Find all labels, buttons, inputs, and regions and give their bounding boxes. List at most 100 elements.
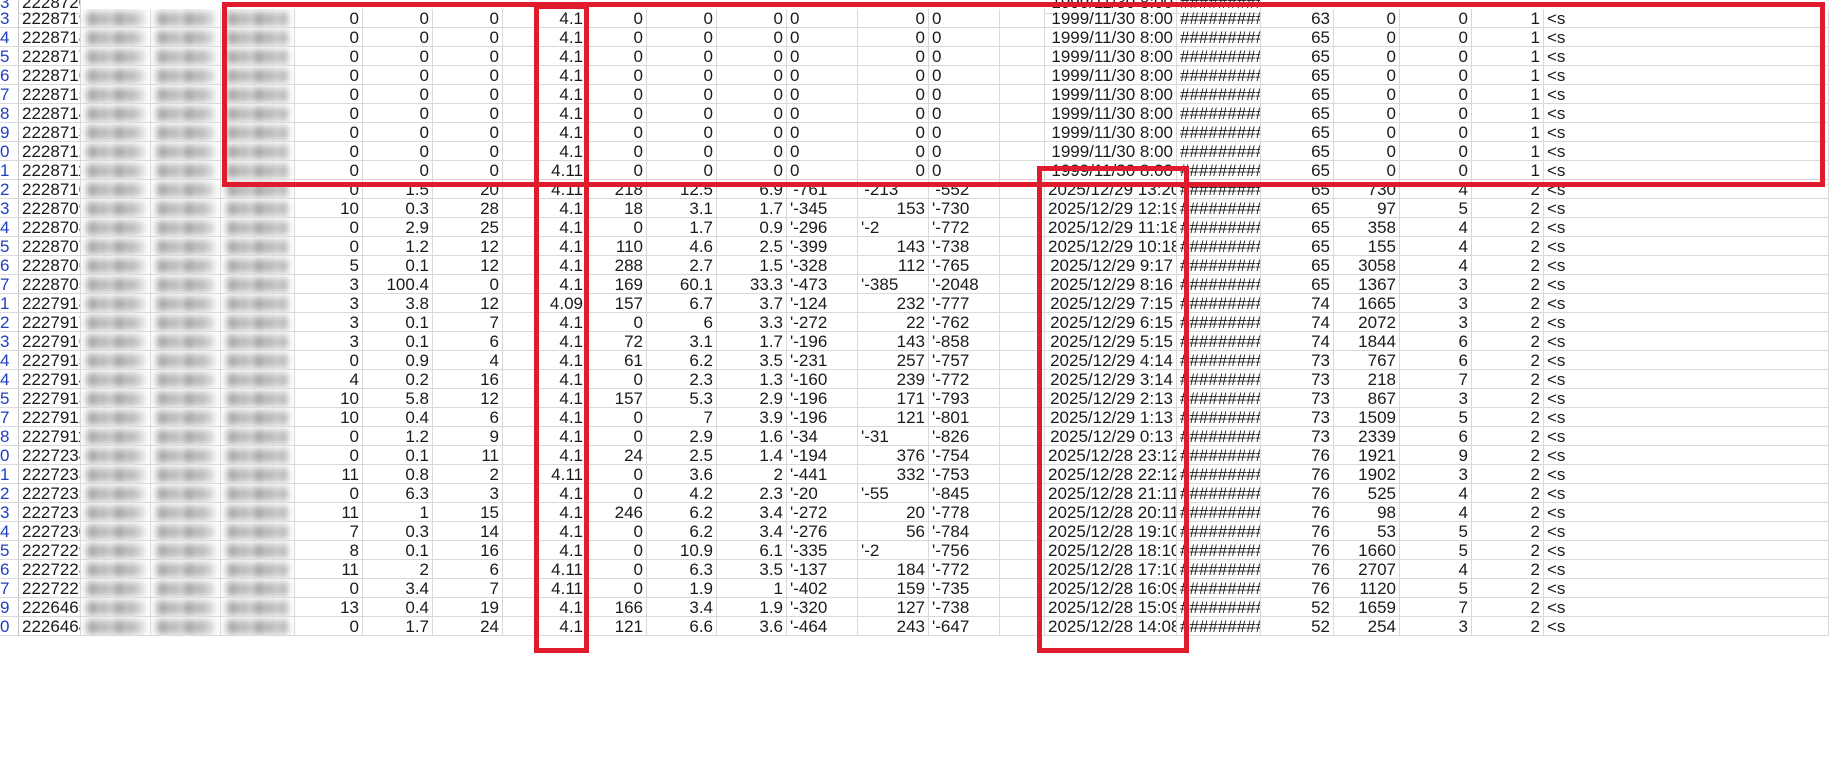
value-cell[interactable]: 14 bbox=[433, 522, 503, 541]
empty-cell[interactable] bbox=[1000, 503, 1045, 522]
value-cell[interactable]: 16 bbox=[433, 541, 503, 560]
value-cell[interactable]: 0 bbox=[717, 66, 787, 85]
value-cell[interactable]: 0 bbox=[787, 28, 858, 47]
empty-cell[interactable] bbox=[1000, 180, 1045, 199]
value-cell[interactable]: 65 bbox=[1261, 47, 1334, 66]
row-number[interactable]: 0 bbox=[0, 617, 19, 636]
empty-cell[interactable] bbox=[1000, 541, 1045, 560]
value-cell[interactable]: 0 bbox=[787, 123, 858, 142]
empty-cell[interactable] bbox=[503, 313, 537, 332]
value-cell[interactable]: 6 bbox=[1400, 351, 1472, 370]
value-cell[interactable]: 5.8 bbox=[363, 389, 433, 408]
value-cell[interactable]: 257 bbox=[858, 351, 929, 370]
value-cell[interactable]: <s bbox=[1544, 370, 1829, 389]
table-row[interactable]: 8 2227911 0 1.2 9 4.1 0 2.9 1.6 '-34 '-31 '-826 2025… bbox=[0, 427, 1829, 446]
datetime-cell[interactable]: 2025/12/28 21:11 bbox=[1045, 484, 1177, 503]
value-cell[interactable]: 3 bbox=[433, 484, 503, 503]
overflow-hash-cell[interactable]: ######### bbox=[1177, 313, 1261, 332]
blurred-cell[interactable] bbox=[81, 85, 151, 104]
value-cell[interactable]: '-647 bbox=[929, 617, 1000, 636]
value-cell[interactable]: 0 bbox=[647, 47, 717, 66]
value-cell[interactable]: <s bbox=[1544, 104, 1829, 123]
value-cell[interactable]: 0.3 bbox=[363, 199, 433, 218]
table-row[interactable]: 4222791440.2164.102.31.3'-160239'-772202… bbox=[0, 370, 1829, 389]
blurred-cell[interactable] bbox=[81, 313, 151, 332]
blurred-cell[interactable] bbox=[221, 180, 295, 199]
blurred-cell[interactable] bbox=[221, 465, 295, 484]
datetime-cell[interactable]: 1999/11/30 8:00 bbox=[1045, 123, 1177, 142]
table-row[interactable]: 822287140004.10000001999/11/30 8:00#####… bbox=[0, 104, 1829, 123]
value-cell[interactable]: 0 bbox=[858, 66, 929, 85]
datetime-cell[interactable]: 1999/11/30 8:00 bbox=[1045, 104, 1177, 123]
value-cell[interactable]: 72 bbox=[587, 332, 647, 351]
value-cell[interactable]: 2 bbox=[1472, 617, 1544, 636]
blurred-cell[interactable] bbox=[81, 503, 151, 522]
value-cell[interactable]: 0 bbox=[587, 85, 647, 104]
datetime-cell[interactable]: 2025/12/29 10:18 bbox=[1045, 237, 1177, 256]
value-cell[interactable]: 2 bbox=[1472, 199, 1544, 218]
value-cell[interactable]: 0 bbox=[587, 541, 647, 560]
table-row[interactable]: 1222791833.8124.091576.73.7'-124232'-777… bbox=[0, 294, 1829, 313]
value-cell[interactable]: 2.9 bbox=[647, 427, 717, 446]
value-cell[interactable]: 0.4 bbox=[363, 408, 433, 427]
table-row[interactable]: 522287170004.10000001999/11/30 8:00#####… bbox=[0, 47, 1829, 66]
value-cell[interactable]: 166 bbox=[587, 598, 647, 617]
value-cell[interactable]: 0 bbox=[1400, 66, 1472, 85]
row-number[interactable]: 4 bbox=[0, 370, 19, 389]
value-cell[interactable]: 767 bbox=[1334, 351, 1400, 370]
value-cell[interactable]: 3.1 bbox=[647, 332, 717, 351]
value-cell[interactable]: 6.9 bbox=[717, 180, 787, 199]
value-cell[interactable]: 2339 bbox=[1334, 427, 1400, 446]
value-cell[interactable]: 60.1 bbox=[647, 275, 717, 294]
table-row[interactable]: 2222723206.334.104.22.3'-20'-55'-8452025… bbox=[0, 484, 1829, 503]
value-cell[interactable]: 218 bbox=[587, 180, 647, 199]
value-cell[interactable]: 0 bbox=[1334, 66, 1400, 85]
blurred-cell[interactable] bbox=[151, 560, 221, 579]
value-cell[interactable]: 1 bbox=[1472, 9, 1544, 28]
value-cell[interactable]: '-272 bbox=[787, 503, 858, 522]
value-cell[interactable]: 0 bbox=[1400, 104, 1472, 123]
value-cell[interactable]: 65 bbox=[1261, 199, 1334, 218]
value-cell[interactable]: <s bbox=[1544, 579, 1829, 598]
version-cell[interactable]: 4.1 bbox=[537, 617, 587, 636]
value-cell[interactable]: <s bbox=[1544, 408, 1829, 427]
row-number[interactable]: 7 bbox=[0, 275, 19, 294]
value-cell[interactable]: 2 bbox=[1472, 484, 1544, 503]
blurred-cell[interactable] bbox=[81, 560, 151, 579]
value-cell[interactable]: 1.7 bbox=[717, 332, 787, 351]
overflow-hash-cell[interactable]: ######### bbox=[1177, 617, 1261, 636]
value-cell[interactable]: 0 bbox=[433, 66, 503, 85]
value-cell[interactable]: 239 bbox=[858, 370, 929, 389]
version-cell[interactable]: 4.1 bbox=[537, 256, 587, 275]
value-cell[interactable]: '-778 bbox=[929, 503, 1000, 522]
value-cell[interactable]: 0 bbox=[647, 123, 717, 142]
value-cell[interactable]: '-801 bbox=[929, 408, 1000, 427]
record-id[interactable]: 2228709 bbox=[19, 199, 81, 218]
value-cell[interactable]: 0 bbox=[717, 123, 787, 142]
value-cell[interactable]: 1 bbox=[1472, 142, 1544, 161]
value-cell[interactable]: 2 bbox=[1472, 427, 1544, 446]
blurred-cell[interactable] bbox=[151, 351, 221, 370]
blurred-cell[interactable] bbox=[221, 370, 295, 389]
overflow-hash-cell[interactable]: ######### bbox=[1177, 9, 1261, 28]
blurred-cell[interactable] bbox=[221, 85, 295, 104]
blurred-cell[interactable] bbox=[151, 123, 221, 142]
blurred-cell[interactable] bbox=[151, 104, 221, 123]
value-cell[interactable]: 0 bbox=[858, 161, 929, 180]
overflow-hash-cell[interactable]: ######### bbox=[1177, 503, 1261, 522]
row-number[interactable]: 4 bbox=[0, 351, 19, 370]
table-row[interactable]: 322287190004.10000001999/11/30 8:00#####… bbox=[0, 9, 1829, 28]
empty-cell[interactable] bbox=[503, 47, 537, 66]
value-cell[interactable]: 0 bbox=[858, 123, 929, 142]
version-cell[interactable]: 4.1 bbox=[537, 522, 587, 541]
version-cell[interactable]: 4.09 bbox=[537, 294, 587, 313]
value-cell[interactable]: 11 bbox=[295, 465, 363, 484]
value-cell[interactable]: 1902 bbox=[1334, 465, 1400, 484]
value-cell[interactable]: 98 bbox=[1334, 503, 1400, 522]
value-cell[interactable]: 76 bbox=[1261, 560, 1334, 579]
value-cell[interactable]: 143 bbox=[858, 332, 929, 351]
value-cell[interactable]: 6.2 bbox=[647, 351, 717, 370]
value-cell[interactable]: 2.9 bbox=[717, 389, 787, 408]
empty-cell[interactable] bbox=[503, 351, 537, 370]
value-cell[interactable]: 8 bbox=[295, 541, 363, 560]
